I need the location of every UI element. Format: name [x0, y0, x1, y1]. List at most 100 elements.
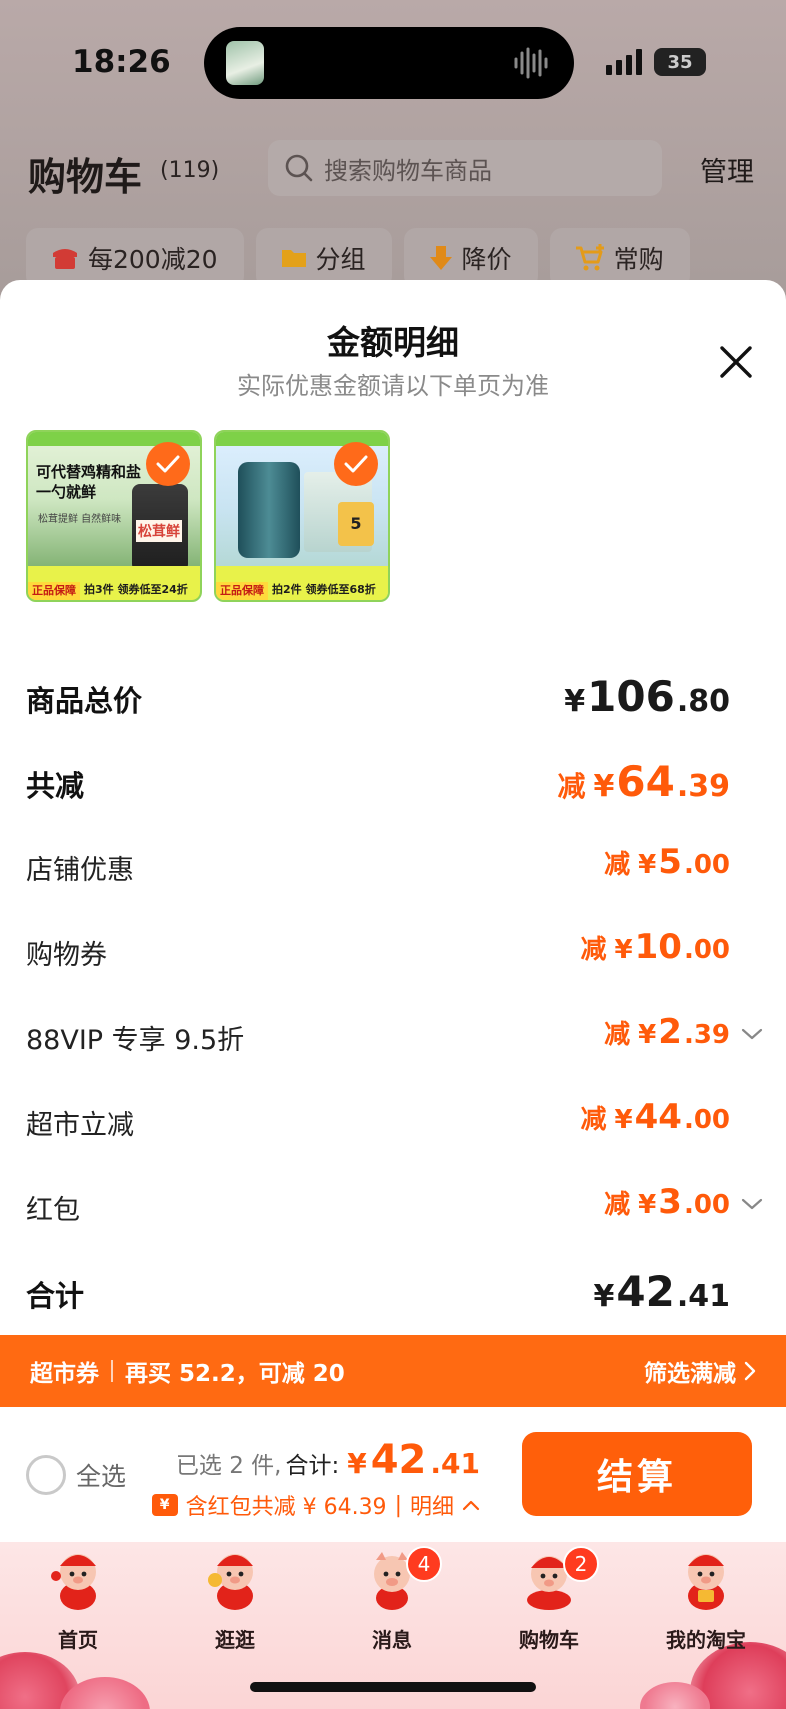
authentic-badge: 正品保障 — [28, 582, 80, 600]
total-label: 合计: — [285, 1453, 340, 1479]
row-total-discount: 共减 减 ¥ 64 .39 — [26, 753, 730, 838]
chevron-down-icon[interactable] — [740, 1026, 764, 1042]
tab-home[interactable]: 首页 — [18, 1542, 138, 1662]
select-all-label: 全选 — [76, 1462, 127, 1491]
audio-wave-icon — [514, 47, 548, 79]
tab-label: 购物车 — [519, 1628, 579, 1652]
promo-info: 超市券 再买 52.2，可减 20 — [30, 1354, 345, 1388]
sheet-title: 金额明细 — [327, 323, 459, 362]
row-amount: 减 ¥ 44 .00 — [581, 1097, 731, 1137]
amount-integer: 2 — [658, 1012, 682, 1052]
total-decimal: .41 — [430, 1447, 480, 1480]
manage-button[interactable]: 管理 — [700, 150, 754, 189]
filter-discount-link[interactable]: 筛选满减 — [644, 1354, 756, 1388]
amount-integer: 44 — [634, 1097, 682, 1137]
detail-link[interactable]: 明细 — [410, 1489, 454, 1521]
mascot-home-icon — [51, 1554, 96, 1610]
amount-integer: 64 — [616, 757, 675, 806]
amount-decimal: .00 — [683, 1190, 730, 1220]
chip-group[interactable]: 分组 — [255, 228, 392, 288]
cart-item-count: (119) — [160, 158, 220, 183]
currency-symbol: ¥ — [564, 684, 586, 719]
tab-cart[interactable]: 2 购物车 — [489, 1542, 609, 1662]
product-promo-strip: 正品保障 拍3件 领券低至24折 — [28, 566, 200, 600]
authentic-badge: 正品保障 — [216, 582, 268, 600]
mascot-discover-icon — [208, 1554, 253, 1610]
radio-icon[interactable] — [26, 1455, 66, 1495]
product-thumbnail[interactable]: 5 正品保障 拍2件 领券低至68折 — [214, 430, 390, 602]
product-promo-strip: 正品保障 拍2件 领券低至68折 — [216, 566, 388, 600]
filter-chips: 每200减20 分组 降价 常购 — [26, 228, 690, 288]
currency-symbol: ¥ — [593, 1279, 615, 1314]
product-thumbnail[interactable]: 可代替鸡精和盐 一勺就鲜 松茸提鲜 自然鲜味 松茸鲜 正品保障 拍3件 领券低至… — [26, 430, 202, 602]
discount-prefix: 减 — [580, 935, 607, 965]
chip-price-drop[interactable]: 降价 — [403, 228, 538, 288]
amount-decimal: .80 — [676, 684, 730, 719]
amount-integer: 5 — [658, 842, 682, 882]
row-shopping-voucher: 购物券 减 ¥ 10 .00 — [26, 923, 730, 1008]
search-input[interactable]: 搜索购物车商品 — [268, 140, 662, 196]
tab-discover[interactable]: 逛逛 — [175, 1542, 295, 1662]
row-label: 88VIP 专享 9.5折 — [26, 1025, 245, 1056]
product-promo: 拍3件 领券低至24折 — [84, 583, 188, 596]
promo-tag: 超市券 — [30, 1361, 99, 1387]
checked-icon[interactable] — [334, 442, 378, 486]
signal-icon — [606, 49, 642, 75]
currency-symbol: ¥ — [614, 1105, 633, 1135]
promo-bar[interactable]: 超市券 再买 52.2，可减 20 筛选满减 — [0, 1335, 786, 1407]
tab-label: 首页 — [58, 1628, 98, 1652]
row-amount: 减 ¥ 3 .00 — [604, 1182, 730, 1222]
chip-frequent[interactable]: 常购 — [549, 228, 690, 288]
currency-symbol: ¥ — [638, 1020, 657, 1050]
divider: | — [394, 1492, 402, 1518]
product-brand: 松茸鲜 — [136, 520, 182, 542]
message-count-badge: 4 — [406, 1546, 442, 1582]
chip-coupon[interactable]: 每200减20 — [26, 228, 244, 288]
row-label: 共减 — [26, 769, 85, 803]
selected-products: 可代替鸡精和盐 一勺就鲜 松茸提鲜 自然鲜味 松茸鲜 正品保障 拍3件 领券低至… — [26, 430, 390, 602]
currency-symbol: ¥ — [614, 935, 633, 965]
tab-messages[interactable]: 4 消息 — [332, 1542, 452, 1662]
page-title: 购物车 — [28, 155, 143, 199]
close-icon[interactable] — [716, 342, 756, 382]
product-tag: 5 — [338, 502, 374, 546]
amount-decimal: .00 — [683, 850, 730, 880]
cart-count-badge: 2 — [563, 1546, 599, 1582]
checkout-bar: 全选 已选 2 件, 合计: ¥ 42 .41 ¥ 含红包共减 ¥ 64.39 … — [0, 1407, 786, 1542]
discount-prefix: 减 — [604, 850, 631, 880]
chip-label: 分组 — [315, 245, 366, 274]
checked-icon[interactable] — [146, 442, 190, 486]
cart-plus-icon — [575, 244, 604, 271]
row-amount: 减 ¥ 10 .00 — [581, 927, 731, 967]
row-vip-discount[interactable]: 88VIP 专享 9.5折 减 ¥ 2 .39 — [26, 1008, 763, 1093]
checkout-button[interactable]: 结算 — [522, 1432, 752, 1516]
product-headline: 可代替鸡精和盐 一勺就鲜 — [36, 463, 142, 501]
row-supermarket-discount: 超市立减 减 ¥ 44 .00 — [26, 1093, 730, 1178]
discount-note: 含红包共减 ¥ 64.39 — [185, 1495, 387, 1520]
discount-detail-line[interactable]: ¥ 含红包共减 ¥ 64.39 | 明细 — [151, 1489, 480, 1521]
amount-integer: 3 — [658, 1182, 682, 1222]
currency-symbol: ¥ — [638, 850, 657, 880]
amount-decimal: .00 — [683, 1105, 730, 1135]
battery-icon: 35 — [654, 48, 706, 76]
product-promo: 拍2件 领券低至68折 — [272, 583, 376, 596]
row-red-packet[interactable]: 红包 减 ¥ 3 .00 — [26, 1178, 763, 1263]
divider — [111, 1360, 113, 1382]
row-label: 店铺优惠 — [26, 855, 134, 886]
amount-decimal: .41 — [676, 1279, 730, 1314]
amount-integer: 10 — [634, 927, 682, 967]
chevron-down-icon[interactable] — [740, 1196, 764, 1212]
discount-prefix: 减 — [604, 1020, 631, 1050]
order-summary: 已选 2 件, 合计: ¥ 42 .41 ¥ 含红包共减 ¥ 64.39 | 明… — [151, 1437, 480, 1521]
select-all-toggle[interactable]: 全选 — [26, 1455, 126, 1495]
total-integer: 42 — [370, 1437, 427, 1483]
chip-label: 每200减20 — [88, 245, 218, 274]
search-icon — [285, 154, 313, 182]
row-amount: ¥ 42 .41 — [594, 1267, 730, 1316]
currency-symbol: ¥ — [638, 1190, 657, 1220]
cart-page-background: 18:26 35 购物车 (119) 搜索购物车商品 管理 每200减20 分组… — [0, 0, 786, 300]
home-indicator — [250, 1682, 536, 1692]
tab-my-taobao[interactable]: 我的淘宝 — [646, 1542, 766, 1662]
row-amount: ¥ 106 .80 — [564, 672, 730, 721]
coupon-icon — [53, 249, 77, 269]
